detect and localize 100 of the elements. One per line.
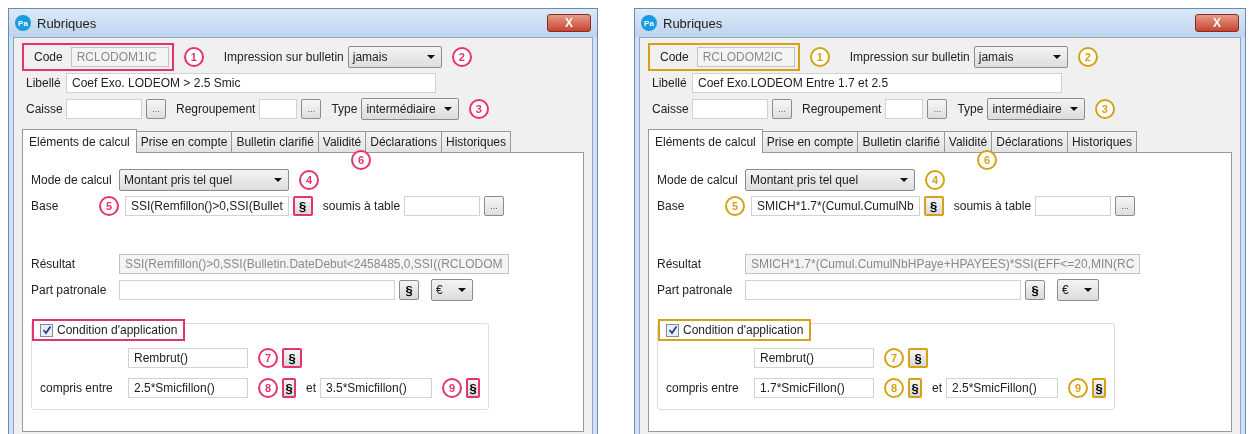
regroupement-label: Regroupement (802, 102, 882, 116)
formula-button[interactable]: § (1025, 280, 1045, 300)
tab[interactable]: Prise en compte (135, 131, 233, 152)
and-label: et (932, 381, 942, 395)
tab[interactable]: Déclarations (991, 131, 1068, 152)
annotation-marker: 8 (884, 378, 904, 398)
caret-icon (1069, 107, 1078, 111)
annotation-marker: 4 (299, 170, 319, 190)
annotation-marker: 1 (809, 47, 830, 67)
code-label: Code (660, 50, 689, 64)
formula-button[interactable]: § (466, 378, 480, 398)
resultat-label: Résultat (31, 257, 77, 271)
condition-label: Condition d'application (683, 323, 804, 337)
min-field[interactable]: 2.5*Smicfillon() (128, 378, 248, 398)
base-field[interactable]: SSI(Remfillon()>0,SSI(Bullet (125, 196, 289, 216)
tab[interactable]: Eléments de calcul (22, 129, 137, 153)
caisse-label: Caisse (25, 102, 62, 116)
part-patronale-label: Part patronale (31, 283, 108, 297)
caret-icon (900, 178, 908, 182)
resultat-label: Résultat (657, 257, 703, 271)
mode-label: Mode de calcul (31, 173, 113, 187)
part-patronale-field[interactable] (119, 280, 395, 300)
base-label: Base (31, 199, 60, 213)
tab[interactable]: Prise en compte (761, 131, 859, 152)
type-select[interactable]: intermédiaire (987, 98, 1085, 120)
caisse-field[interactable] (692, 99, 768, 119)
annotation-marker: 3 (468, 99, 489, 119)
max-field[interactable]: 3.5*Smicfillon() (320, 378, 432, 398)
formula-button[interactable]: § (399, 280, 419, 300)
mode-select[interactable]: Montant pris tel quel (745, 169, 915, 191)
annotation-marker: 6 (977, 150, 997, 170)
type-select[interactable]: intermédiaire (361, 98, 459, 120)
browse-button[interactable]: ... (1115, 196, 1136, 216)
tab[interactable]: Validité (943, 131, 993, 152)
resultat-field: SMICH*1.7*(Cumul.CumulNbHPaye+HPAYEES)*SSI(EFF<=20,MIN(RC (745, 254, 1141, 274)
min-field[interactable]: 1.7*SmicFillon() (754, 378, 874, 398)
caret-icon (426, 55, 435, 59)
tab[interactable]: Historiques (441, 131, 511, 152)
browse-button[interactable]: ... (146, 99, 166, 119)
annotation-marker: 2 (1077, 47, 1098, 67)
annotation-marker: 3 (1094, 99, 1115, 119)
formula-button[interactable]: § (292, 196, 313, 216)
mode-label: Mode de calcul (657, 173, 739, 187)
window-title: Rubriques (37, 15, 97, 31)
checkbox[interactable] (40, 323, 53, 337)
and-label: et (306, 381, 316, 395)
expression-field[interactable]: Rembrut() (128, 348, 248, 368)
browse-button[interactable]: ... (301, 99, 322, 119)
caisse-field[interactable] (66, 99, 142, 119)
condition-label: Condition d'application (57, 323, 178, 337)
regroupement-label: Regroupement (176, 102, 256, 116)
window-title: Rubriques (663, 15, 723, 31)
formula-button[interactable]: § (282, 378, 296, 398)
part-patronale-label: Part patronale (657, 283, 734, 297)
code-label: Code (34, 50, 63, 64)
formula-button[interactable]: § (908, 378, 922, 398)
impression-label: Impression sur bulletin (223, 50, 344, 64)
libelle-field[interactable]: Coef Exo.LODEOM Entre 1.7 et 2.5 (692, 73, 1062, 93)
condition-checkbox[interactable]: Condition d'application (658, 319, 812, 341)
resultat-field: SSI(Remfillon()>0,SSI(Bulletin.DateDebut<2458485,0,SSI((RCLODOM (119, 254, 509, 274)
caret-icon (443, 107, 452, 111)
annotation-marker: 6 (351, 150, 371, 170)
table-field[interactable] (1035, 196, 1112, 216)
max-field[interactable]: 2.5*SmicFillon() (946, 378, 1058, 398)
browse-button[interactable]: ... (927, 99, 948, 119)
currency-select[interactable]: € (431, 279, 473, 301)
formula-button[interactable]: § (908, 348, 928, 368)
impression-select[interactable]: jamais (347, 46, 442, 68)
base-field[interactable]: SMICH*1.7*(Cumul.CumulNb (751, 196, 920, 216)
regroupement-field[interactable] (259, 99, 298, 119)
table-field[interactable] (404, 196, 481, 216)
formula-button[interactable]: § (923, 196, 944, 216)
tab[interactable]: Historiques (1067, 131, 1137, 152)
regroupement-field[interactable] (885, 99, 924, 119)
tab[interactable]: Eléments de calcul (648, 129, 763, 153)
libelle-field[interactable]: Coef Exo. LODEOM > 2.5 Smic (66, 73, 436, 93)
formula-button[interactable]: § (282, 348, 302, 368)
annotation-marker: 9 (442, 378, 462, 398)
tab[interactable]: Validité (317, 131, 367, 152)
part-patronale-field[interactable] (745, 280, 1021, 300)
range-label: compris entre (666, 381, 740, 395)
browse-button[interactable]: ... (484, 196, 505, 216)
annotation-marker: 4 (925, 170, 945, 190)
annotation-marker: 9 (1068, 378, 1088, 398)
libelle-label: Libellé (25, 76, 62, 90)
mode-select[interactable]: Montant pris tel quel (119, 169, 289, 191)
tab[interactable]: Déclarations (365, 131, 442, 152)
currency-select[interactable]: € (1057, 279, 1099, 301)
caret-icon (1084, 288, 1092, 292)
checkbox[interactable] (666, 323, 679, 337)
formula-button[interactable]: § (1092, 378, 1106, 398)
tab[interactable]: Bulletin clarifié (231, 131, 319, 152)
browse-button[interactable]: ... (772, 99, 792, 119)
condition-checkbox[interactable]: Condition d'application (32, 319, 186, 341)
tab[interactable]: Bulletin clarifié (857, 131, 945, 152)
expression-field[interactable]: Rembrut() (754, 348, 874, 368)
app-icon: Pa (641, 15, 657, 31)
table-label: soumis à table (322, 199, 401, 213)
impression-select[interactable]: jamais (973, 46, 1068, 68)
range-label: compris entre (40, 381, 114, 395)
